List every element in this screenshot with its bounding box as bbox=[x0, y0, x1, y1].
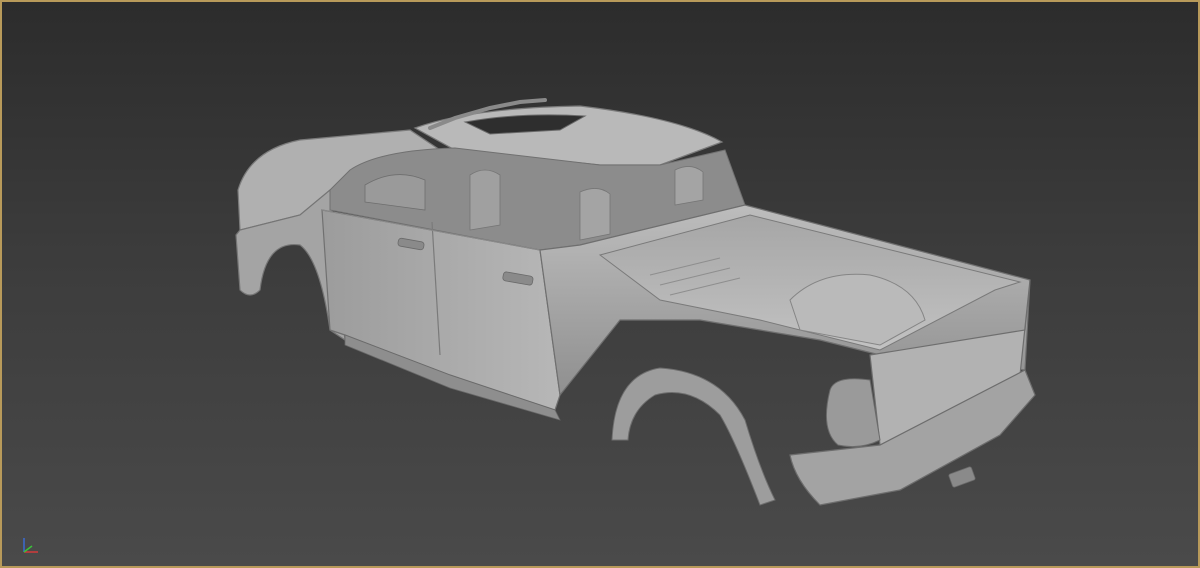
3d-viewport[interactable] bbox=[0, 0, 1200, 568]
axis-tripod-icon bbox=[23, 538, 38, 553]
pickup-truck-model-icon bbox=[235, 98, 1036, 506]
